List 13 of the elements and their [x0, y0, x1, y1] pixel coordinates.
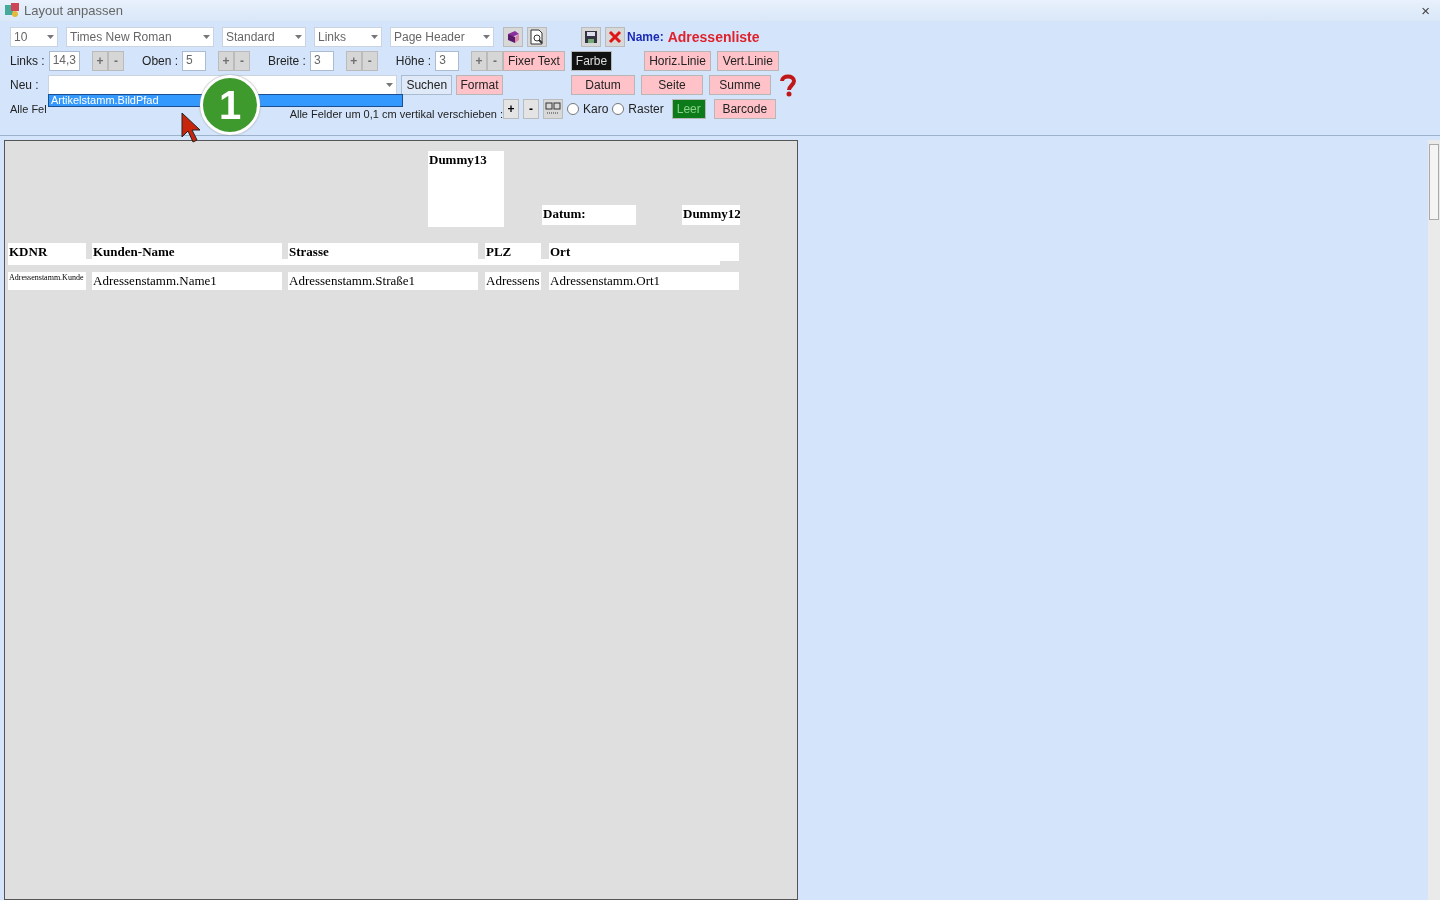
- field-label: Oben :: [142, 53, 179, 68]
- report-name: Adressenliste: [667, 28, 760, 45]
- shift-label: Alle Felder um 0,1 cm vertikal verschieben :: [289, 107, 503, 120]
- radio-label: Karo: [583, 101, 609, 116]
- step-badge: 1: [200, 75, 260, 135]
- radio-label: Raster: [628, 101, 664, 116]
- shift-label: Alle Fel: [10, 102, 47, 115]
- window-title: Layout anpassen: [24, 2, 125, 18]
- field-label: Links :: [10, 53, 45, 68]
- name-label: Name:: [627, 29, 664, 44]
- field-label: Höhe :: [395, 53, 432, 68]
- field-label: Breite :: [267, 53, 306, 68]
- field-label: Neu :: [10, 77, 40, 92]
